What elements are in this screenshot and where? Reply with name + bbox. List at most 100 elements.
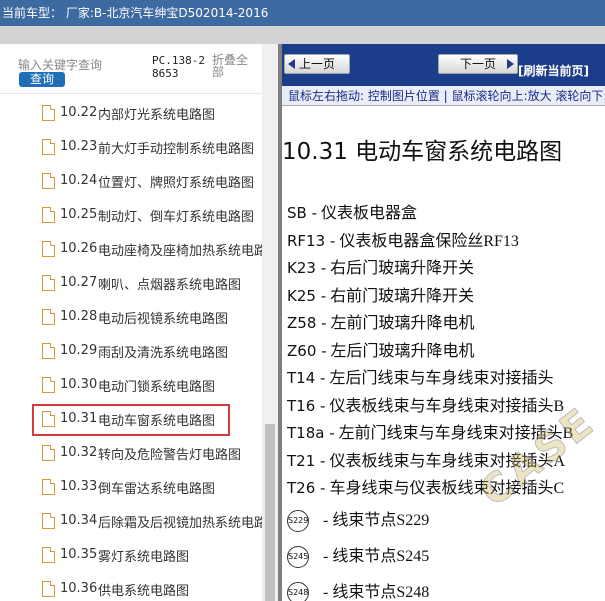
splice-node-icon: S248 xyxy=(287,581,309,601)
legend-row: RF13 - 仪表板电器盒保险丝RF13 xyxy=(287,228,605,256)
search-area: 输入关键字查询 查询 PC.138-28653 折叠全部 xyxy=(0,44,262,94)
pc-code-label: PC.138-28653 xyxy=(152,54,205,80)
list-item[interactable]: 10.25 制动灯、倒车灯系统电路图 xyxy=(0,198,262,232)
list-item[interactable]: 10.31 电动车窗系统电路图 xyxy=(0,402,262,436)
diagram-list: 10.22 内部灯光系统电路图 10.23 前大灯手动控制系统电路图 10.24 位置灯、… xyxy=(0,96,278,601)
document-icon xyxy=(42,479,55,495)
catalog-panel: 输入关键字查询 查询 PC.138-28653 折叠全部 10.22 内部灯光系统… xyxy=(0,44,278,601)
component-code: T14 - xyxy=(287,369,326,387)
node-label: - 线束节点S248 xyxy=(323,583,430,601)
list-item[interactable]: 10.23 前大灯手动控制系统电路图 xyxy=(0,130,262,164)
list-item[interactable]: 10.34 后除霜及后视镜加热系统电路图 xyxy=(0,504,278,538)
search-button[interactable]: 查询 xyxy=(19,72,65,87)
item-number: 10.28 xyxy=(60,309,98,324)
component-name: 左前门玻璃升降电机 xyxy=(330,315,475,332)
list-item[interactable]: 10.33 倒车雷达系统电路图 xyxy=(0,470,262,504)
diagram-viewer: 上一页 下一页 [刷新当前页] 鼠标左右拖动: 控制图片位置 | 鼠标滚轮向上:… xyxy=(282,44,605,601)
document-icon xyxy=(42,173,55,189)
list-item[interactable]: 10.29 雨刮及清洗系统电路图 xyxy=(0,334,262,368)
collapse-all-button[interactable]: 折叠全部 xyxy=(212,54,252,78)
list-scrollbar[interactable] xyxy=(262,44,278,601)
list-item[interactable]: 10.27 喇叭、点烟器系统电路图 xyxy=(0,266,262,300)
component-legend: SB - 仪表板电器盒 RF13 - 仪表板电器盒保险丝RF13 K23 - 右后门… xyxy=(287,200,605,601)
item-number: 10.33 xyxy=(60,479,98,494)
legend-row: K23 - 右后门玻璃升降开关 xyxy=(287,255,605,283)
item-label: 电动车窗系统电路图 xyxy=(98,414,216,429)
scrollbar-thumb[interactable] xyxy=(265,424,275,601)
node-label: - 线束节点S229 xyxy=(323,511,430,529)
item-label: 供电系统电路图 xyxy=(98,584,190,599)
item-number: 10.31 xyxy=(60,411,98,426)
document-icon xyxy=(42,105,55,121)
legend-row: K25 - 右前门玻璃升降开关 xyxy=(287,283,605,311)
document-icon xyxy=(42,343,55,359)
node-row: S245 - 线束节点S245 xyxy=(287,539,605,575)
item-number: 10.27 xyxy=(60,275,98,290)
item-label: 位置灯、牌照灯系统电路图 xyxy=(98,176,255,191)
item-label: 倒车雷达系统电路图 xyxy=(98,482,216,497)
component-code: T18a - xyxy=(287,424,335,442)
component-code: T26 - xyxy=(287,479,326,497)
component-code: K25 - xyxy=(287,286,327,305)
splice-node-icon: S245 xyxy=(287,545,309,568)
document-icon xyxy=(42,547,55,563)
search-input[interactable]: 输入关键字查询 xyxy=(18,56,102,73)
item-number: 10.32 xyxy=(60,445,98,460)
prev-page-button[interactable]: 上一页 xyxy=(284,54,350,74)
node-row: S248 - 线束节点S248 xyxy=(287,575,605,601)
node-label: - 线束节点S245 xyxy=(323,547,430,565)
item-label: 后除霜及后视镜加热系统电路图 xyxy=(98,516,278,531)
item-label: 电动门锁系统电路图 xyxy=(98,380,216,395)
diagram-title: 10.31 电动车窗系统电路图 xyxy=(282,139,563,165)
component-name: 右前门玻璃升降开关 xyxy=(330,287,475,305)
component-name: 左后门线束与车身线束对接插头 xyxy=(329,370,554,387)
item-label: 转向及危险警告灯电路图 xyxy=(98,448,242,463)
item-number: 10.22 xyxy=(60,105,98,120)
item-number: 10.29 xyxy=(60,343,98,358)
document-icon xyxy=(42,445,55,461)
component-code: T16 - xyxy=(287,396,326,415)
list-item[interactable]: 10.35 雾灯系统电路图 xyxy=(0,538,262,572)
item-number: 10.34 xyxy=(60,513,98,528)
document-icon xyxy=(42,377,55,393)
list-item[interactable]: 10.24 位置灯、牌照灯系统电路图 xyxy=(0,164,262,198)
node-row: S229 - 线束节点S229 xyxy=(287,503,605,539)
list-item[interactable]: 10.22 内部灯光系统电路图 xyxy=(0,96,262,130)
item-label: 电动后视镜系统电路图 xyxy=(98,312,229,327)
list-item[interactable]: 10.26 电动座椅及座椅加热系统电路图 xyxy=(0,232,278,266)
component-code: K23 - xyxy=(287,259,327,277)
arrow-left-icon xyxy=(288,59,295,69)
component-code: Z58 - xyxy=(287,314,327,332)
arrow-right-icon xyxy=(507,59,514,69)
item-number: 10.26 xyxy=(60,241,98,256)
item-label: 前大灯手动控制系统电路图 xyxy=(98,142,255,157)
header-strip xyxy=(0,26,605,44)
document-icon xyxy=(42,275,55,291)
list-item[interactable]: 10.32 转向及危险警告灯电路图 xyxy=(0,436,262,470)
refresh-page-link[interactable]: [刷新当前页] xyxy=(518,62,589,79)
list-item[interactable]: 10.28 电动后视镜系统电路图 xyxy=(0,300,262,334)
legend-row: T14 - 左后门线束与车身线束对接插头 xyxy=(287,365,605,393)
item-label: 雨刮及清洗系统电路图 xyxy=(98,346,229,361)
component-name: 仪表板电器盒 xyxy=(321,205,418,222)
document-icon xyxy=(42,139,55,155)
legend-row: SB - 仪表板电器盒 xyxy=(287,200,605,228)
document-icon xyxy=(42,411,55,427)
next-page-label: 下一页 xyxy=(459,57,496,71)
prev-page-label: 上一页 xyxy=(298,57,335,71)
viewer-hint: 鼠标左右拖动: 控制图片位置 | 鼠标滚轮向上:放大 滚轮向下:缩小 xyxy=(282,86,605,106)
list-item[interactable]: 10.36 供电系统电路图 xyxy=(0,572,262,601)
list-item[interactable]: 10.30 电动门锁系统电路图 xyxy=(0,368,262,402)
window-titlebar: 当前车型： 厂家:B-北京汽车绅宝D502014-2016 xyxy=(0,0,605,26)
document-icon xyxy=(42,241,55,257)
item-number: 10.35 xyxy=(60,547,98,562)
item-number: 10.36 xyxy=(60,581,98,596)
component-name: 左后门玻璃升降电机 xyxy=(330,342,475,360)
legend-row: Z58 - 左前门玻璃升降电机 xyxy=(287,310,605,338)
item-label: 制动灯、倒车灯系统电路图 xyxy=(98,210,255,225)
next-page-button[interactable]: 下一页 xyxy=(438,54,518,74)
item-number: 10.25 xyxy=(60,207,98,222)
component-code: RF13 - xyxy=(287,231,336,250)
legend-row: T26 - 车身线束与仪表板线束对接插头C xyxy=(287,475,605,503)
component-name: 右后门玻璃升降开关 xyxy=(330,260,475,277)
